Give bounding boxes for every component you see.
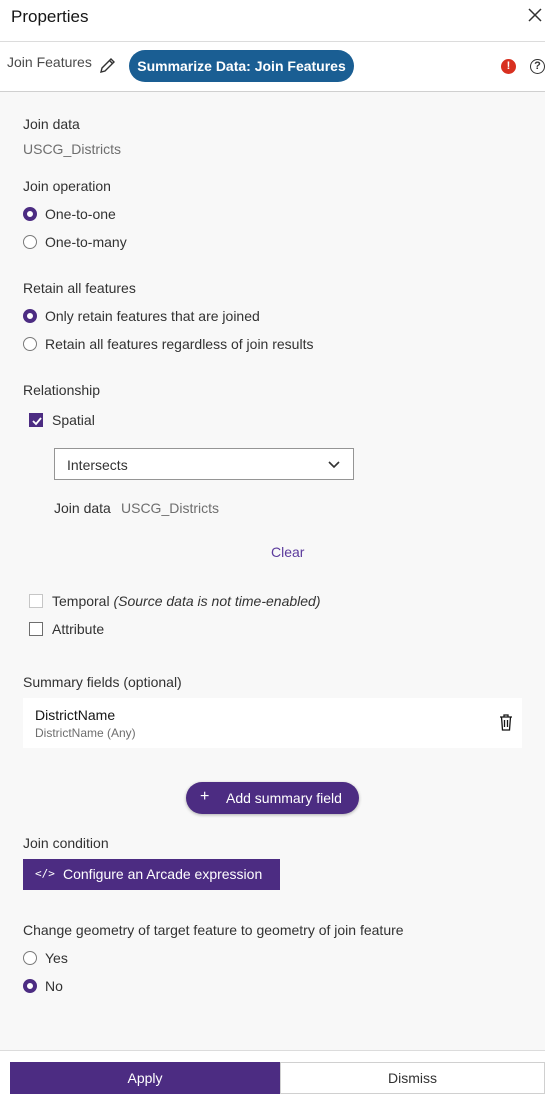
one-to-one-label[interactable]: One-to-one: [45, 206, 116, 222]
spatial-label[interactable]: Spatial: [52, 412, 95, 428]
one-to-one-radio[interactable]: [23, 207, 37, 221]
summary-fields-label: Summary fields (optional): [23, 674, 182, 690]
error-icon[interactable]: !: [501, 59, 516, 74]
join-data-label: Join data: [23, 116, 80, 132]
configure-arcade-label: Configure an Arcade expression: [63, 866, 263, 882]
geometry-no-radio[interactable]: [23, 979, 37, 993]
relationship-label: Relationship: [23, 382, 101, 398]
geometry-yes-radio[interactable]: [23, 951, 37, 965]
retain-all-label[interactable]: Retain all features regardless of join r…: [45, 336, 313, 352]
one-to-many-label[interactable]: One-to-many: [45, 234, 127, 250]
change-geometry-label: Change geometry of target feature to geo…: [23, 922, 404, 938]
help-icon[interactable]: ?: [530, 59, 545, 74]
spatial-relationship-value: Intersects: [67, 457, 128, 473]
panel-header: Properties: [0, 0, 545, 42]
tool-toolbar: Join Features Summarize Data: Join Featu…: [0, 42, 545, 92]
geometry-yes-label[interactable]: Yes: [45, 950, 68, 966]
clear-link[interactable]: Clear: [271, 544, 304, 560]
pencil-icon[interactable]: [99, 57, 116, 74]
panel-title: Properties: [11, 7, 89, 26]
retain-joined-label[interactable]: Only retain features that are joined: [45, 308, 260, 324]
retain-label: Retain all features: [23, 280, 136, 296]
apply-button[interactable]: Apply: [10, 1062, 280, 1094]
one-to-many-radio[interactable]: [23, 235, 37, 249]
temporal-note: (Source data is not time-enabled): [113, 593, 321, 609]
summary-field-card: DistrictName DistrictName (Any): [23, 698, 522, 748]
join-condition-label: Join condition: [23, 835, 109, 851]
attribute-label[interactable]: Attribute: [52, 621, 104, 637]
temporal-label: Temporal: [52, 593, 110, 609]
geometry-no-label[interactable]: No: [45, 978, 63, 994]
temporal-checkbox[interactable]: [29, 594, 43, 608]
spatial-checkbox[interactable]: [29, 413, 43, 427]
spatial-join-data-value: USCG_Districts: [121, 500, 220, 516]
spatial-relationship-select[interactable]: Intersects: [54, 448, 354, 480]
spatial-join-data-label: Join data: [54, 500, 111, 516]
plus-icon: +: [200, 788, 210, 805]
summary-field-name: DistrictName: [35, 707, 116, 723]
code-icon: </>: [35, 867, 55, 880]
configure-arcade-button[interactable]: </> Configure an Arcade expression: [23, 859, 280, 890]
trash-icon[interactable]: [499, 714, 513, 731]
add-summary-field-button[interactable]: + Add summary field: [186, 782, 359, 814]
join-operation-label: Join operation: [23, 178, 111, 194]
attribute-checkbox[interactable]: [29, 622, 43, 636]
summary-field-detail: DistrictName (Any): [35, 726, 136, 740]
temporal-option[interactable]: Temporal (Source data is not time-enable…: [52, 593, 320, 609]
check-icon: [32, 417, 42, 426]
chevron-down-icon: [328, 461, 340, 469]
add-summary-field-label: Add summary field: [226, 790, 342, 806]
retain-all-radio[interactable]: [23, 337, 37, 351]
join-data-value: USCG_Districts: [23, 141, 122, 157]
retain-joined-radio[interactable]: [23, 309, 37, 323]
tool-name: Join Features: [7, 54, 92, 70]
panel-footer: Apply Dismiss: [0, 1050, 545, 1099]
tool-category-button[interactable]: Summarize Data: Join Features: [129, 50, 354, 82]
close-icon[interactable]: [528, 8, 542, 22]
dismiss-button[interactable]: Dismiss: [280, 1062, 545, 1094]
